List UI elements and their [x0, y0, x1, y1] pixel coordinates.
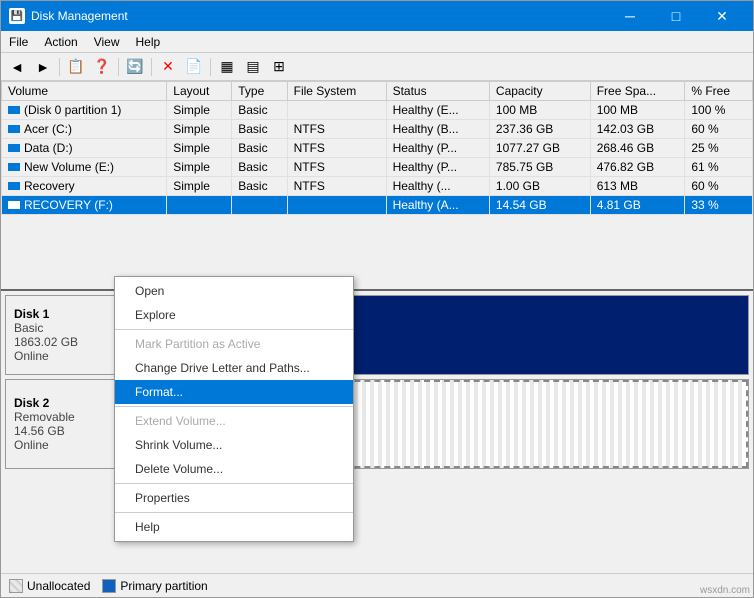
view1-button[interactable]: ▦ — [215, 56, 239, 78]
context-menu-item-explore[interactable]: Explore — [115, 303, 353, 327]
context-menu-item-properties[interactable]: Properties — [115, 486, 353, 510]
disk1-name: Disk 1 — [14, 307, 107, 321]
legend-primary-label: Primary partition — [120, 579, 207, 593]
export-button[interactable]: 📄 — [182, 56, 206, 78]
table-row[interactable]: RecoverySimpleBasicNTFSHealthy (...1.00 … — [2, 177, 753, 196]
toolbar: ◄ ► 📋 ❓ 🔄 ✕ 📄 ▦ ▤ ⊞ — [1, 53, 753, 81]
disk1-type: Basic — [14, 321, 107, 335]
context-menu-separator — [115, 329, 353, 330]
legend-unalloc-box — [9, 579, 23, 593]
col-layout[interactable]: Layout — [167, 82, 232, 101]
disk2-status: Online — [14, 438, 107, 452]
forward-button[interactable]: ► — [31, 56, 55, 78]
context-menu: OpenExplore Mark Partition as ActiveChang… — [114, 276, 354, 542]
table-row[interactable]: Data (D:)SimpleBasicNTFSHealthy (P...107… — [2, 139, 753, 158]
menu-view[interactable]: View — [86, 31, 128, 52]
disk1-status: Online — [14, 349, 107, 363]
view3-button[interactable]: ⊞ — [267, 56, 291, 78]
context-menu-item-format---[interactable]: Format... — [115, 380, 353, 404]
context-menu-item-mark-partition-as-active: Mark Partition as Active — [115, 332, 353, 356]
legend-bar: Unallocated Primary partition — [1, 573, 753, 597]
disk1-label: Disk 1 Basic 1863.02 GB Online — [6, 296, 116, 374]
toolbar-separator-3 — [151, 58, 152, 76]
legend-primary-box — [102, 579, 116, 593]
toolbar-separator-2 — [118, 58, 119, 76]
legend-unalloc-label: Unallocated — [27, 579, 90, 593]
content-area: Volume Layout Type File System Status Ca… — [1, 81, 753, 573]
toolbar-separator-4 — [210, 58, 211, 76]
close-button[interactable]: ✕ — [699, 1, 745, 31]
col-filesystem[interactable]: File System — [287, 82, 386, 101]
legend-primary: Primary partition — [102, 579, 207, 593]
table-row[interactable]: Acer (C:)SimpleBasicNTFSHealthy (B...237… — [2, 120, 753, 139]
disk2-name: Disk 2 — [14, 396, 107, 410]
delete-button[interactable]: ✕ — [156, 56, 180, 78]
rescan-button[interactable]: 🔄 — [123, 56, 147, 78]
context-menu-item-change-drive-letter-and-paths---[interactable]: Change Drive Letter and Paths... — [115, 356, 353, 380]
window-controls: ─ □ ✕ — [607, 1, 745, 31]
main-window: 💾 Disk Management ─ □ ✕ File Action View… — [0, 0, 754, 598]
help-button[interactable]: ❓ — [90, 56, 114, 78]
legend-unalloc: Unallocated — [9, 579, 90, 593]
disk1-size: 1863.02 GB — [14, 335, 107, 349]
col-capacity[interactable]: Capacity — [489, 82, 590, 101]
view2-button[interactable]: ▤ — [241, 56, 265, 78]
maximize-button[interactable]: □ — [653, 1, 699, 31]
minimize-button[interactable]: ─ — [607, 1, 653, 31]
context-menu-separator — [115, 483, 353, 484]
menu-file[interactable]: File — [1, 31, 36, 52]
back-button[interactable]: ◄ — [5, 56, 29, 78]
volume-table: Volume Layout Type File System Status Ca… — [1, 81, 753, 215]
menu-help[interactable]: Help — [128, 31, 169, 52]
context-menu-item-shrink-volume---[interactable]: Shrink Volume... — [115, 433, 353, 457]
menu-bar: File Action View Help — [1, 31, 753, 53]
app-icon: 💾 — [9, 8, 25, 24]
menu-action[interactable]: Action — [36, 31, 85, 52]
properties-button[interactable]: 📋 — [64, 56, 88, 78]
col-volume[interactable]: Volume — [2, 82, 167, 101]
title-bar: 💾 Disk Management ─ □ ✕ — [1, 1, 753, 31]
table-row[interactable]: New Volume (E:)SimpleBasicNTFSHealthy (P… — [2, 158, 753, 177]
volume-table-area: Volume Layout Type File System Status Ca… — [1, 81, 753, 291]
col-freespace[interactable]: Free Spa... — [590, 82, 685, 101]
col-pctfree[interactable]: % Free — [685, 82, 753, 101]
table-row[interactable]: (Disk 0 partition 1)SimpleBasicHealthy (… — [2, 101, 753, 120]
col-status[interactable]: Status — [386, 82, 489, 101]
disk2-size: 14.56 GB — [14, 424, 107, 438]
disk2-label: Disk 2 Removable 14.56 GB Online — [6, 380, 116, 468]
context-menu-item-delete-volume---[interactable]: Delete Volume... — [115, 457, 353, 481]
context-menu-separator — [115, 406, 353, 407]
watermark: wsxdn.com — [700, 585, 750, 596]
context-menu-item-help[interactable]: Help — [115, 515, 353, 539]
disk2-type: Removable — [14, 410, 107, 424]
toolbar-separator-1 — [59, 58, 60, 76]
context-menu-item-open[interactable]: Open — [115, 279, 353, 303]
context-menu-separator — [115, 512, 353, 513]
col-type[interactable]: Type — [232, 82, 287, 101]
table-row[interactable]: RECOVERY (F:)Healthy (A...14.54 GB4.81 G… — [2, 196, 753, 215]
context-menu-item-extend-volume---: Extend Volume... — [115, 409, 353, 433]
window-title: Disk Management — [31, 9, 128, 23]
